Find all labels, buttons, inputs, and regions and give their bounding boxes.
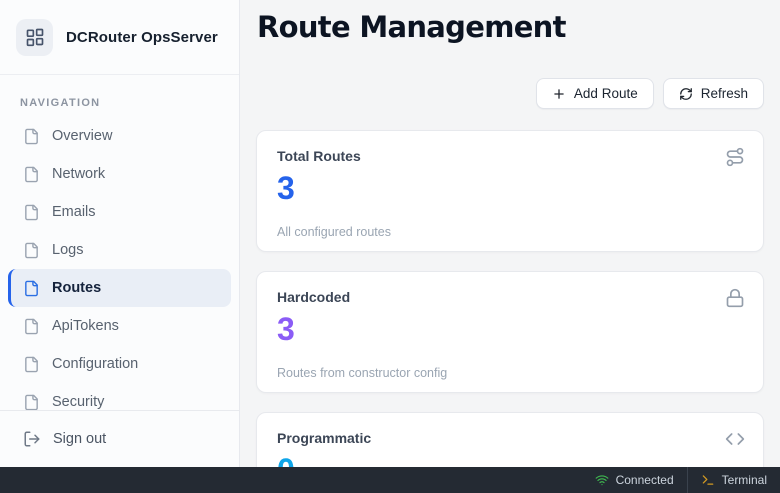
sidebar-item-logs[interactable]: Logs: [8, 231, 231, 269]
card-subtitle: All configured routes: [277, 225, 743, 239]
connection-status-label: Connected: [616, 473, 674, 487]
file-icon: [23, 166, 40, 183]
status-bar: Connected Terminal: [0, 467, 780, 493]
file-icon: [23, 394, 40, 411]
sidebar-item-apitokens[interactable]: ApiTokens: [8, 307, 231, 345]
card-total-routes: Total Routes 3 All configured routes: [256, 130, 764, 252]
page-title: Route Management: [257, 11, 764, 44]
sidebar-item-configuration[interactable]: Configuration: [8, 345, 231, 383]
sidebar-item-network[interactable]: Network: [8, 155, 231, 193]
sidebar-item-label: Security: [52, 394, 104, 410]
grid-icon: [16, 19, 53, 56]
sign-out-button[interactable]: Sign out: [8, 420, 231, 458]
file-icon: [23, 280, 40, 297]
terminal-label: Terminal: [722, 473, 767, 487]
file-icon: [23, 242, 40, 259]
sidebar-item-overview[interactable]: Overview: [8, 117, 231, 155]
sidebar-nav: Overview Network Emails Logs Routes: [0, 117, 239, 410]
plus-icon: [552, 87, 566, 101]
card-title: Total Routes: [277, 148, 743, 164]
file-icon: [23, 128, 40, 145]
refresh-button[interactable]: Refresh: [663, 78, 764, 109]
toolbar: Add Route Refresh: [256, 78, 764, 109]
card-value: 0: [277, 454, 743, 467]
main-content: Route Management Add Route Refresh Total…: [240, 0, 780, 467]
refresh-icon: [679, 87, 693, 101]
refresh-label: Refresh: [701, 86, 748, 101]
app-window: DCRouter OpsServer NAVIGATION Overview N…: [0, 0, 780, 493]
terminal-icon: [701, 473, 715, 487]
sidebar-item-label: Network: [52, 166, 105, 182]
sidebar-item-label: Logs: [52, 242, 83, 258]
sign-out-label: Sign out: [53, 431, 106, 447]
card-programmatic: Programmatic 0: [256, 412, 764, 467]
card-value: 3: [277, 313, 743, 345]
card-value: 3: [277, 172, 743, 204]
log-out-icon: [23, 430, 41, 448]
nav-section-label: NAVIGATION: [20, 97, 219, 109]
lock-icon: [725, 288, 745, 308]
stat-cards: Total Routes 3 All configured routes Har…: [256, 130, 764, 467]
sidebar-item-security[interactable]: Security: [8, 383, 231, 410]
add-route-button[interactable]: Add Route: [536, 78, 654, 109]
route-icon: [725, 147, 745, 167]
sidebar-footer: Sign out: [0, 410, 239, 467]
content-row: DCRouter OpsServer NAVIGATION Overview N…: [0, 0, 780, 467]
card-title: Hardcoded: [277, 289, 743, 305]
connection-status[interactable]: Connected: [582, 467, 687, 493]
card-subtitle: Routes from constructor config: [277, 366, 743, 380]
sidebar-item-label: ApiTokens: [52, 318, 119, 334]
file-icon: [23, 204, 40, 221]
sidebar: DCRouter OpsServer NAVIGATION Overview N…: [0, 0, 240, 467]
brand: DCRouter OpsServer: [0, 0, 239, 75]
file-icon: [23, 318, 40, 335]
sidebar-item-routes[interactable]: Routes: [8, 269, 231, 307]
sidebar-item-label: Routes: [52, 280, 101, 296]
sidebar-item-emails[interactable]: Emails: [8, 193, 231, 231]
terminal-toggle[interactable]: Terminal: [688, 467, 780, 493]
sidebar-item-label: Overview: [52, 128, 112, 144]
code-icon: [725, 429, 745, 449]
brand-title: DCRouter OpsServer: [66, 29, 218, 46]
wifi-icon: [595, 473, 609, 487]
add-route-label: Add Route: [574, 86, 638, 101]
card-title: Programmatic: [277, 430, 743, 446]
sidebar-item-label: Emails: [52, 204, 96, 220]
card-hardcoded: Hardcoded 3 Routes from constructor conf…: [256, 271, 764, 393]
sidebar-item-label: Configuration: [52, 356, 138, 372]
file-icon: [23, 356, 40, 373]
